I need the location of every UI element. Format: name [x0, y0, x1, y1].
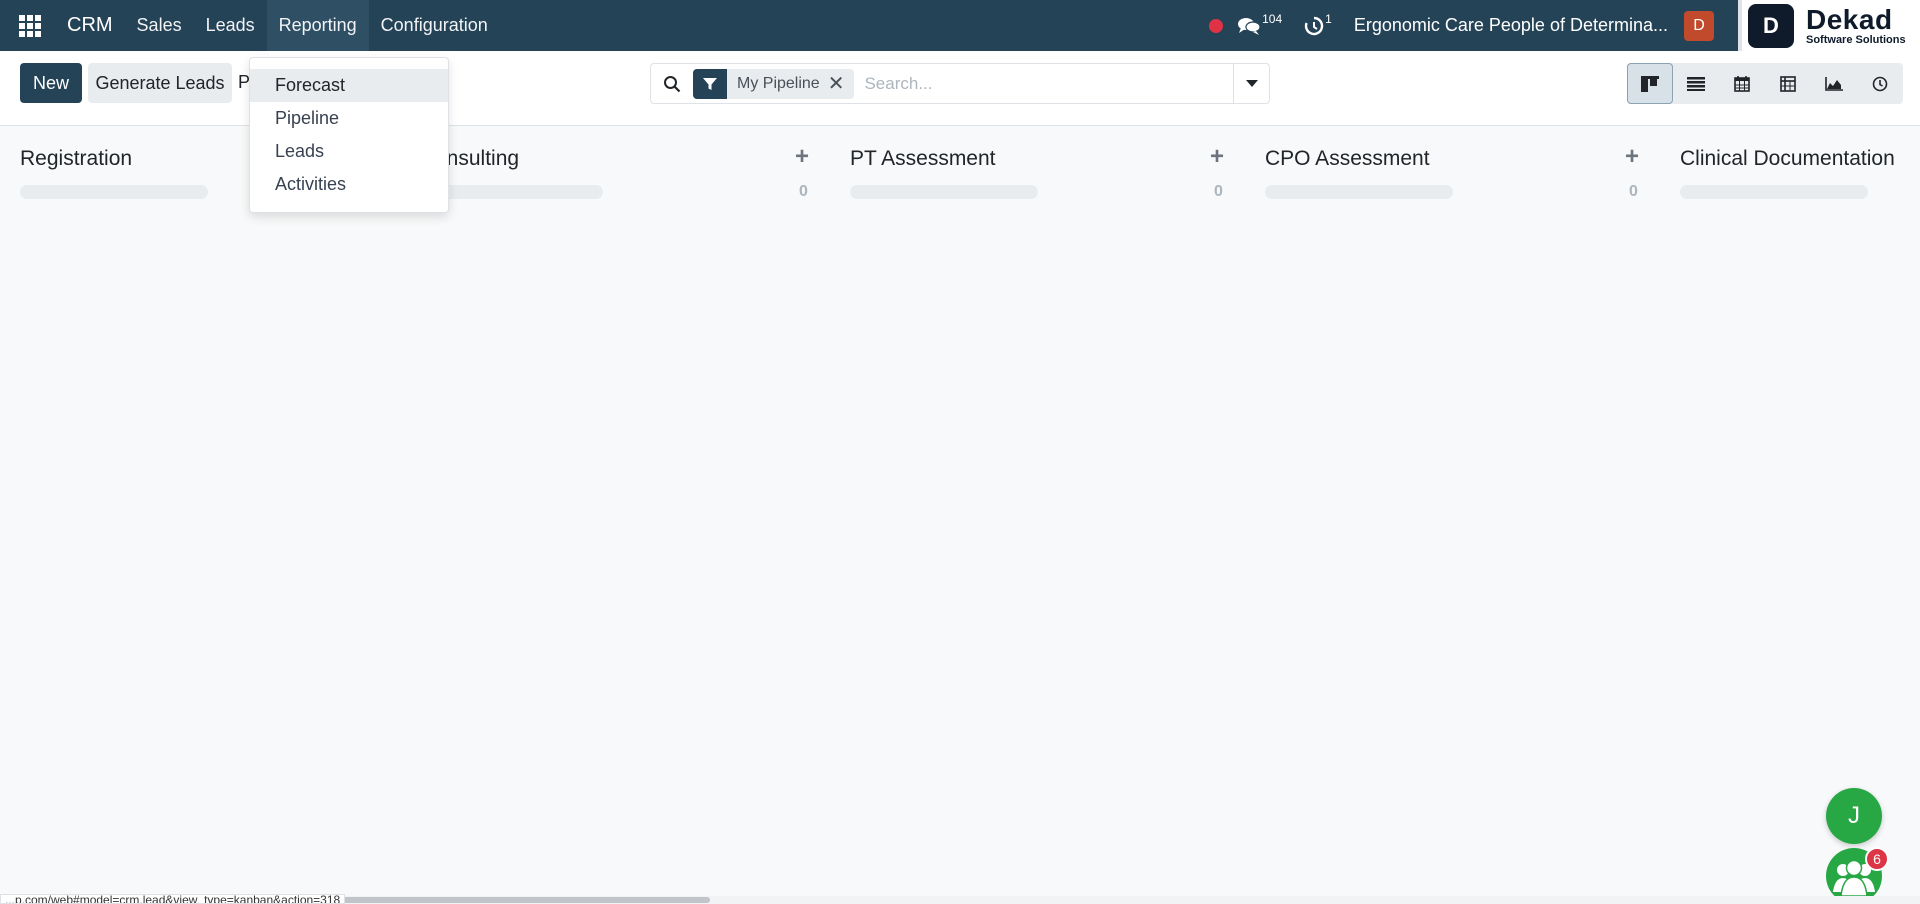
facet-label: My Pipeline [737, 74, 820, 92]
activities-button[interactable]: 1 [1304, 12, 1332, 36]
column-count: 0 [799, 183, 808, 200]
pivot-table-icon [1780, 75, 1796, 92]
dekad-logo: D Dekad Software Solutions [1738, 0, 1920, 51]
clock-icon [1305, 16, 1324, 35]
chat-bubbles-icon [1238, 17, 1261, 35]
scrollbar-thumb[interactable] [298, 897, 710, 903]
filter-icon [693, 68, 727, 99]
column-count: 0 [1629, 183, 1638, 200]
column-progress-bar [20, 185, 208, 199]
column-count: 0 [1214, 183, 1223, 200]
browser-status-url: ...p.com/web#model=crm.lead&view_type=ka… [0, 894, 346, 904]
close-icon[interactable]: ✕ [828, 71, 855, 96]
search-input[interactable] [864, 73, 1225, 94]
nav-sales[interactable]: Sales [125, 0, 194, 51]
column-title[interactable]: PT Assessment [850, 147, 996, 171]
graph-view-button[interactable] [1811, 63, 1857, 104]
nav-reporting[interactable]: Reporting [266, 0, 369, 51]
menu-item-activities[interactable]: Activities [250, 168, 448, 201]
logo-title: Dekad [1806, 3, 1893, 35]
company-switcher[interactable]: Ergonomic Care People of Determina... [1354, 15, 1668, 36]
column-title[interactable]: Registration [20, 147, 132, 171]
column-title[interactable]: CPO Assessment [1265, 147, 1430, 171]
search-icon [664, 75, 681, 92]
menu-item-leads[interactable]: Leads [250, 135, 448, 168]
column-progress-bar [850, 185, 1038, 199]
column-progress-bar [1265, 185, 1453, 199]
user-avatar[interactable]: D [1684, 10, 1714, 41]
activities-count: 1 [1325, 11, 1332, 26]
search-options-toggle[interactable] [1233, 64, 1269, 103]
menu-item-pipeline[interactable]: Pipeline [250, 102, 448, 135]
nav-configuration[interactable]: Configuration [369, 0, 500, 51]
column-add-icon[interactable]: + [795, 143, 809, 171]
generate-leads-button[interactable]: Generate Leads [88, 63, 232, 103]
column-add-icon[interactable]: + [1210, 143, 1224, 171]
chat-badge: 6 [1865, 847, 1889, 871]
user-bubble[interactable]: J [1826, 788, 1882, 844]
nav-leads[interactable]: Leads [194, 0, 267, 51]
clock-icon [1872, 76, 1888, 91]
record-indicator-icon[interactable] [1209, 18, 1224, 33]
calendar-icon [1734, 75, 1750, 92]
dekad-logo-mark: D [1748, 3, 1794, 48]
column-title[interactable]: Clinical Documentation [1680, 147, 1895, 171]
app-grid-icon[interactable] [19, 14, 41, 37]
logo-subtitle: Software Solutions [1806, 33, 1906, 46]
navbar-systray: 104 1 Ergonomic Care People of Determina… [1209, 0, 1920, 51]
activity-view-button[interactable] [1857, 63, 1903, 104]
pivot-view-button[interactable] [1765, 63, 1811, 104]
search-bar: My Pipeline ✕ [650, 63, 1270, 104]
reporting-dropdown-menu: Forecast Pipeline Leads Activities [249, 57, 449, 213]
calendar-view-button[interactable] [1719, 63, 1765, 104]
menu-item-forecast[interactable]: Forecast [250, 69, 448, 102]
kanban-icon [1641, 75, 1659, 92]
app-brand[interactable]: CRM [67, 14, 113, 37]
column-add-icon[interactable]: + [1625, 143, 1639, 171]
view-switcher [1627, 63, 1903, 104]
list-icon [1687, 76, 1705, 91]
kanban-board: Registration onsulting + 0 PT Assessment… [0, 127, 1920, 897]
messages-button[interactable]: 104 [1237, 12, 1282, 36]
new-button[interactable]: New [20, 63, 82, 103]
top-navbar: CRM Sales Leads Reporting Configuration … [0, 0, 1920, 51]
list-view-button[interactable] [1673, 63, 1719, 104]
search-facet: My Pipeline ✕ [693, 68, 855, 99]
messages-count: 104 [1262, 11, 1283, 26]
column-progress-bar [1680, 185, 1868, 199]
caret-down-icon [1245, 79, 1258, 87]
kanban-view-button[interactable] [1627, 63, 1673, 104]
area-chart-icon [1825, 76, 1843, 91]
